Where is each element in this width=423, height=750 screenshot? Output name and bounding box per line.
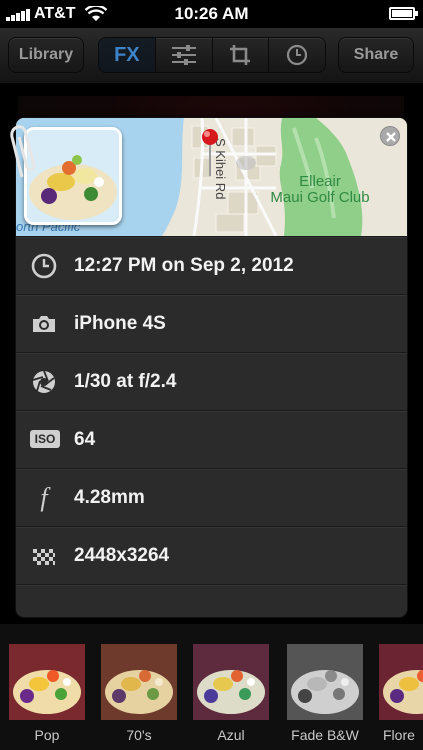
crop-icon bbox=[230, 45, 251, 65]
status-time: 10:26 AM bbox=[174, 4, 249, 23]
info-row-camera: iPhone 4S bbox=[16, 294, 407, 352]
iso-icon: ISO bbox=[30, 430, 60, 448]
history-clock-icon bbox=[287, 44, 308, 66]
filter-flore[interactable]: Flore bbox=[379, 644, 423, 743]
info-row-iso: ISO 64 bbox=[16, 410, 407, 468]
focal-length-icon: f bbox=[31, 485, 57, 511]
resolution-icon bbox=[33, 549, 55, 565]
info-row-focal-length: f 4.28mm bbox=[16, 468, 407, 526]
crop-tab[interactable] bbox=[213, 38, 270, 72]
share-button[interactable]: Share bbox=[338, 37, 414, 73]
edit-mode-segmented-control: FX bbox=[98, 37, 326, 73]
clock-icon bbox=[31, 253, 57, 279]
filter-name: Flore bbox=[383, 727, 415, 743]
filter-strip: Pop 70's Azul Fade B&W Flore bbox=[0, 624, 423, 750]
filter-pop[interactable]: Pop bbox=[9, 644, 85, 743]
map-place-label-line1: Elleair bbox=[299, 173, 341, 190]
camera-icon bbox=[33, 316, 55, 332]
filter-name: Azul bbox=[217, 727, 245, 743]
filter-fade-bw[interactable]: Fade B&W bbox=[287, 644, 363, 743]
filter-thumbnail bbox=[287, 644, 363, 720]
map-place-label: Elleair Maui Golf Club bbox=[240, 174, 400, 206]
iso-icon-text: ISO bbox=[34, 432, 56, 446]
filter-name: 70's bbox=[126, 727, 152, 743]
adjust-tab[interactable] bbox=[156, 38, 213, 72]
map-place-label-line2: Maui Golf Club bbox=[270, 189, 370, 206]
close-icon bbox=[386, 132, 396, 142]
info-row-date: 12:27 PM on Sep 2, 2012 bbox=[16, 236, 407, 294]
info-row-empty bbox=[16, 584, 407, 617]
status-bar: AT&T 10:26 AM bbox=[0, 0, 423, 28]
date-value: 12:27 PM on Sep 2, 2012 bbox=[74, 255, 294, 276]
close-button[interactable] bbox=[380, 126, 400, 146]
filter-thumbnail bbox=[9, 644, 85, 720]
resolution-value: 2448x3264 bbox=[74, 545, 170, 566]
map-pin-icon bbox=[202, 129, 218, 176]
aperture-icon bbox=[32, 370, 55, 393]
filter-thumbnail bbox=[101, 644, 177, 720]
filter-azul[interactable]: Azul bbox=[193, 644, 269, 743]
filter-thumbnail bbox=[379, 644, 423, 720]
info-row-exposure: 1/30 at f/2.4 bbox=[16, 352, 407, 410]
filter-thumbnail bbox=[193, 644, 269, 720]
adjust-sliders-icon bbox=[171, 45, 196, 65]
info-row-resolution: 2448x3264 bbox=[16, 526, 407, 584]
fx-tab[interactable]: FX bbox=[99, 38, 156, 72]
history-tab[interactable] bbox=[269, 38, 325, 72]
paperclip-icon bbox=[10, 125, 36, 178]
toolbar: Library FX Share bbox=[0, 28, 423, 84]
camera-value: iPhone 4S bbox=[74, 313, 166, 334]
focal-length-value: 4.28mm bbox=[74, 487, 145, 508]
battery-icon bbox=[389, 7, 418, 20]
filter-70s[interactable]: 70's bbox=[101, 644, 177, 743]
filter-name: Pop bbox=[34, 727, 60, 743]
focal-length-icon-text: f bbox=[40, 483, 48, 512]
exposure-value: 1/30 at f/2.4 bbox=[74, 371, 177, 392]
library-button[interactable]: Library bbox=[8, 37, 84, 73]
iso-value: 64 bbox=[74, 429, 96, 450]
filter-name: Fade B&W bbox=[291, 727, 359, 743]
